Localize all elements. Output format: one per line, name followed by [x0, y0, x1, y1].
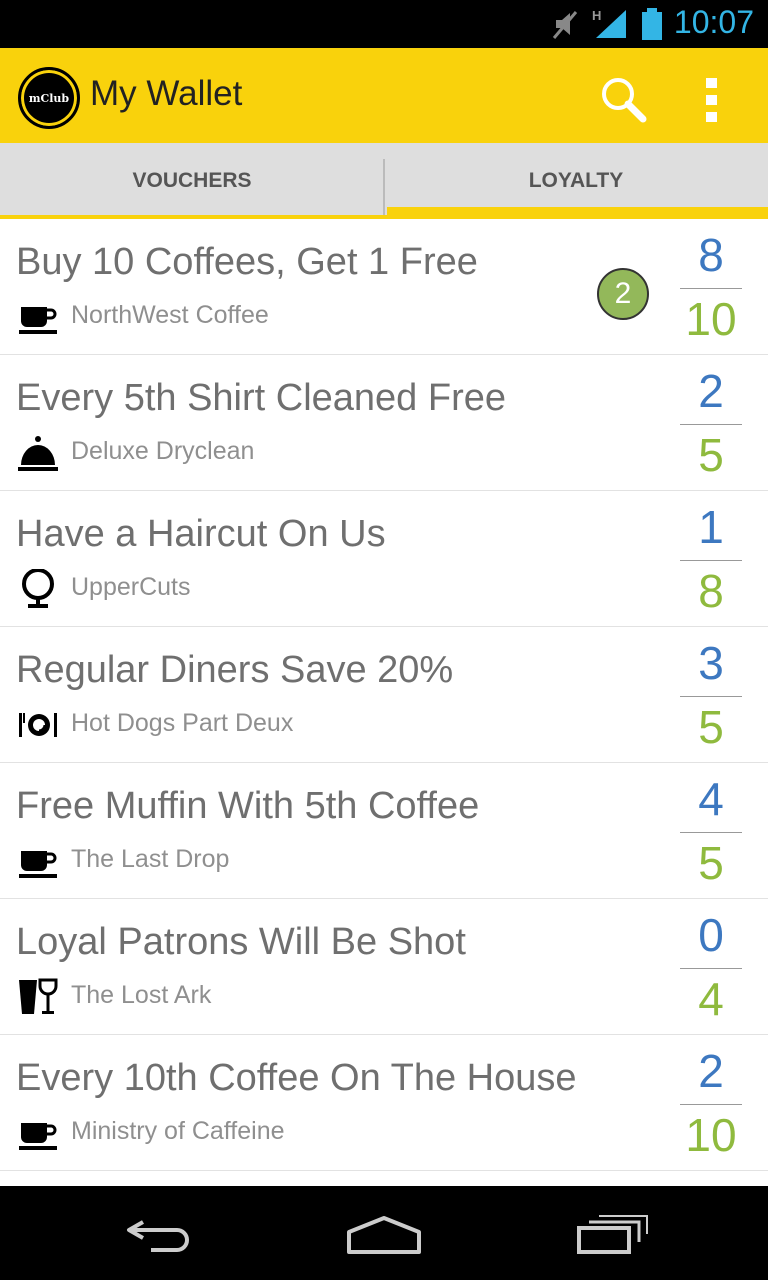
tab-loyalty-label: LOYALTY: [528, 169, 624, 192]
plate-cutlery-icon: [19, 713, 57, 737]
battery-icon: [642, 8, 662, 40]
action-bar: mClub My Wallet: [0, 48, 768, 143]
fraction-bar: [680, 968, 742, 969]
tab-vouchers-label: VOUCHERS: [132, 169, 252, 192]
tab-vouchers[interactable]: VOUCHERS: [0, 143, 384, 219]
list-item[interactable]: Every 5th Shirt Cleaned Free Deluxe Dryc…: [0, 355, 768, 586]
list-item[interactable]: Regular Diners Save 20% Hot Dogs Part De…: [0, 627, 768, 1130]
svg-text:H: H: [592, 8, 601, 23]
list-item[interactable]: Have a Haircut On Us UpperCuts 1 8: [0, 491, 768, 627]
progress-total: 4: [698, 973, 724, 1025]
app-logo[interactable]: mClub: [18, 67, 80, 129]
item-title: Regular Diners Save 20%: [16, 649, 454, 691]
progress-fraction: 8 10: [680, 227, 742, 347]
item-title: Every 5th Shirt Cleaned Free: [16, 377, 507, 419]
item-store: NorthWest Coffee: [71, 301, 269, 329]
recent-apps-icon[interactable]: [565, 1206, 655, 1260]
badge-count: 2: [614, 277, 632, 310]
fraction-bar: [680, 832, 742, 833]
fraction-bar: [680, 696, 742, 697]
progress-fraction: 3 5: [680, 635, 742, 755]
progress-fraction: 2 5: [680, 363, 742, 483]
fraction-bar: [680, 1104, 742, 1105]
item-title: Every 10th Coffee On The House: [16, 1057, 577, 1099]
fraction-bar: [680, 288, 742, 289]
progress-fraction: 0 4: [680, 907, 742, 1027]
status-time: 10:07: [673, 4, 754, 40]
progress-fraction: 2 10: [680, 1043, 742, 1163]
list-item[interactable]: Every 10th Coffee On The House Ministry …: [0, 1035, 768, 1171]
signal-h-icon: H: [592, 8, 626, 38]
reward-count-badge: 2: [597, 268, 649, 320]
tab-selected-indicator: [387, 207, 768, 219]
overflow-menu-icon[interactable]: [690, 72, 734, 128]
progress-current: 1: [698, 501, 724, 553]
progress-current: 2: [698, 365, 724, 417]
home-icon[interactable]: [339, 1206, 429, 1260]
system-nav-bar: [0, 1186, 768, 1280]
coffee-cup-icon: [19, 1123, 57, 1150]
item-store: The Last Drop: [71, 845, 230, 873]
back-icon[interactable]: [115, 1206, 205, 1260]
progress-current: 0: [698, 909, 724, 961]
progress-total: 10: [685, 293, 737, 345]
item-title: Loyal Patrons Will Be Shot: [16, 921, 466, 963]
progress-current: 4: [698, 773, 724, 825]
tab-bar: VOUCHERS LOYALTY: [0, 143, 768, 219]
progress-fraction: 1 8: [680, 499, 742, 619]
progress-current: 2: [698, 1045, 724, 1097]
status-bar: H 10:07: [0, 0, 768, 48]
fraction-bar: [680, 424, 742, 425]
item-store: UpperCuts: [71, 573, 191, 601]
fraction-bar: [680, 560, 742, 561]
list-item[interactable]: Free Muffin With 5th Coffee The Last Dro…: [0, 763, 768, 899]
item-title: Free Muffin With 5th Coffee: [16, 785, 480, 827]
muted-icon: [552, 11, 578, 39]
page-title: My Wallet: [90, 74, 243, 113]
item-store: Ministry of Caffeine: [71, 1117, 285, 1145]
item-store: Deluxe Dryclean: [71, 437, 255, 465]
drinks-icon: [19, 978, 58, 1014]
progress-current: 8: [698, 229, 724, 281]
mirror-icon: [22, 569, 54, 608]
coffee-cup-icon: [19, 307, 57, 334]
progress-current: 3: [698, 637, 724, 689]
progress-total: 5: [698, 429, 724, 481]
progress-total: 10: [685, 1109, 737, 1161]
list-item[interactable]: Buy 10 Coffees, Get 1 Free NorthWest Cof…: [0, 219, 768, 355]
list-item[interactable]: Loyal Patrons Will Be Shot The Lost Ark …: [0, 899, 768, 1035]
progress-total: 5: [698, 701, 724, 753]
logo-text: mClub: [28, 91, 70, 105]
loyalty-list: Buy 10 Coffees, Get 1 Free NorthWest Cof…: [0, 219, 768, 1171]
item-store: Hot Dogs Part Deux: [71, 709, 294, 737]
item-store: The Lost Ark: [71, 981, 212, 1009]
item-title: Buy 10 Coffees, Get 1 Free: [16, 241, 478, 283]
item-title: Have a Haircut On Us: [16, 513, 386, 555]
progress-total: 5: [698, 837, 724, 889]
progress-fraction: 4 5: [680, 771, 742, 891]
coffee-cup-icon: [19, 851, 57, 878]
service-bell-icon: [18, 436, 58, 471]
progress-total: 8: [698, 565, 724, 617]
search-icon[interactable]: [596, 72, 652, 128]
